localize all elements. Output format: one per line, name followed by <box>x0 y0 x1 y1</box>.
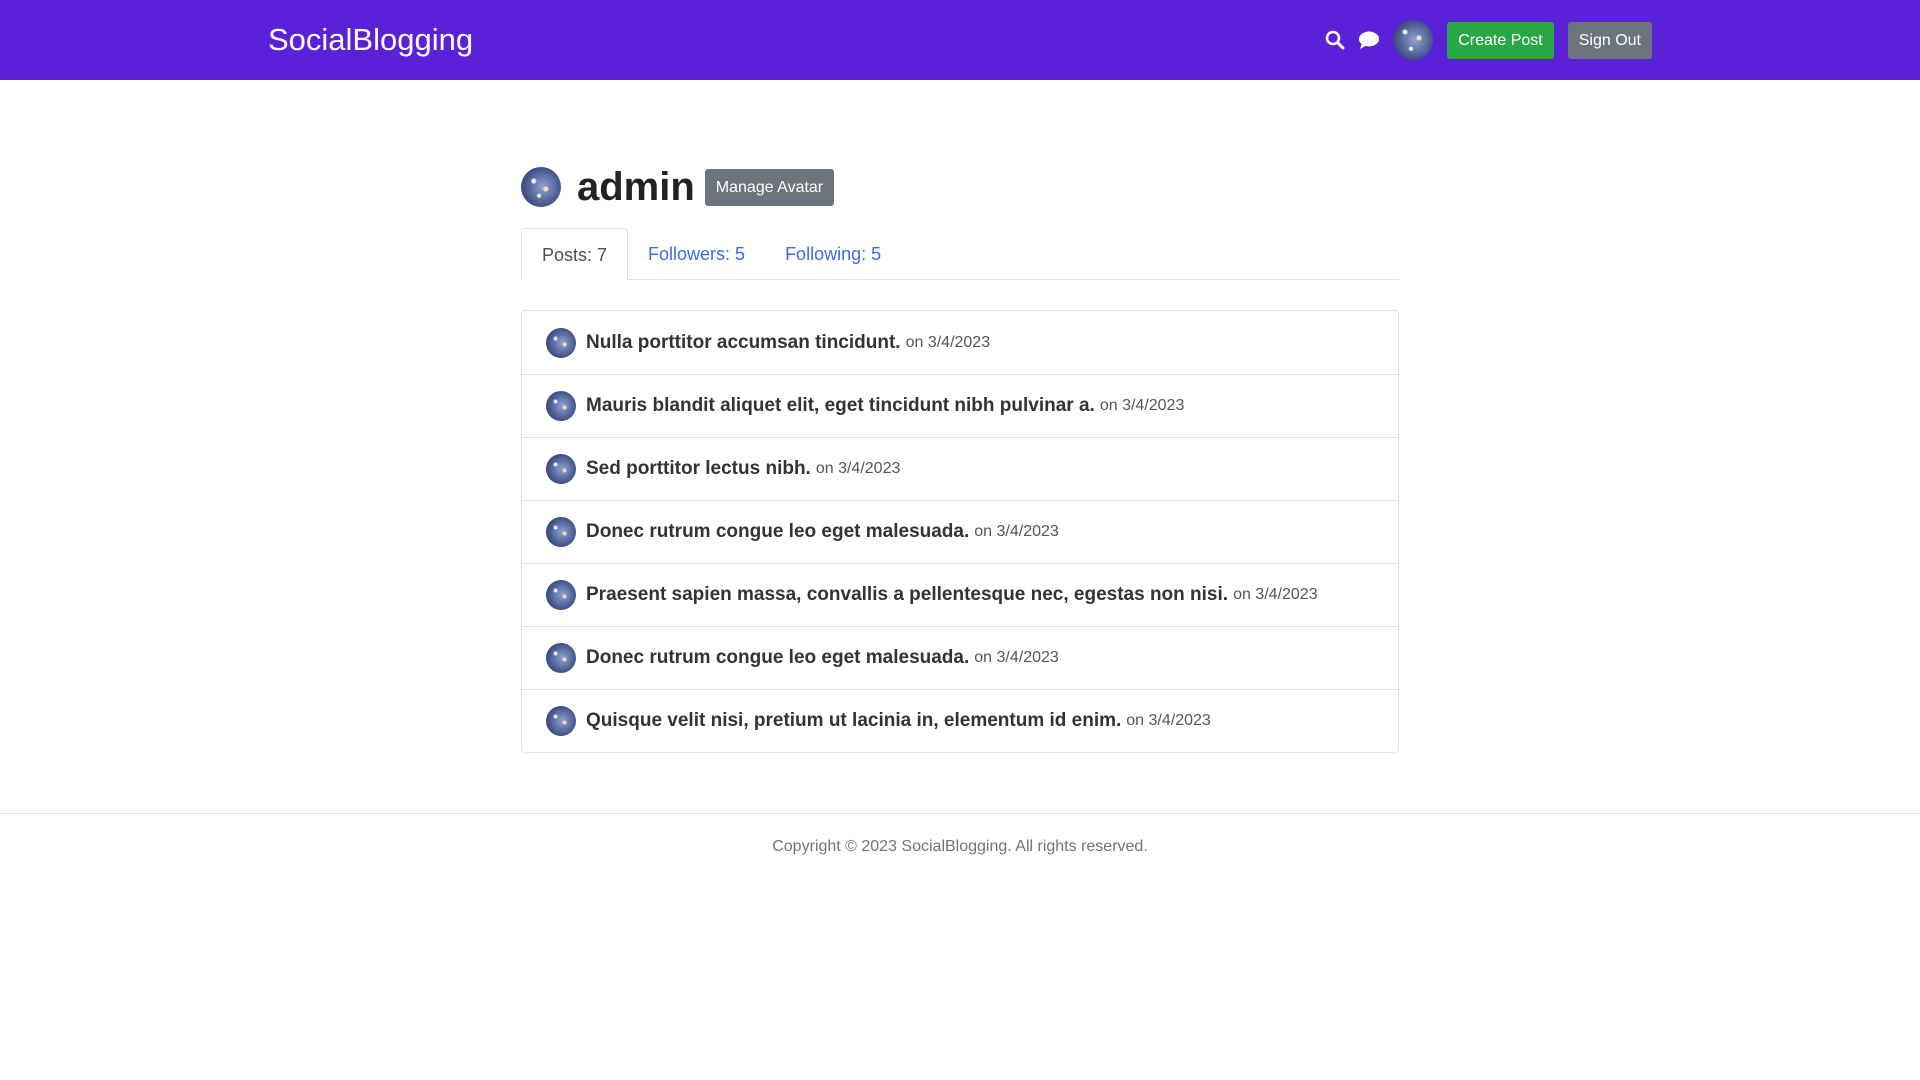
post-title[interactable]: Sed porttitor lectus nibh. <box>586 458 811 480</box>
post-date: on 3/4/2023 <box>815 460 901 477</box>
post-title[interactable]: Nulla porttitor accumsan tincidunt. <box>586 332 901 354</box>
post-list-item[interactable]: Donec rutrum congue leo eget malesuada. … <box>522 626 1398 689</box>
profile-header: admin Manage Avatar <box>521 162 835 212</box>
footer-copyright: Copyright © 2023 SocialBlogging. All rig… <box>772 838 1148 855</box>
post-author-avatar <box>546 327 576 358</box>
post-title[interactable]: Donec rutrum congue leo eget malesuada. <box>586 647 969 669</box>
chat-icon[interactable] <box>1357 28 1381 52</box>
post-title[interactable]: Mauris blandit aliquet elit, eget tincid… <box>586 395 1095 417</box>
top-navbar: SocialBlogging Create Post Sign Out <box>0 0 1920 80</box>
post-author-avatar <box>546 517 576 547</box>
post-list-item[interactable]: Mauris blandit aliquet elit, eget tincid… <box>522 374 1398 437</box>
post-author-avatar <box>546 454 576 484</box>
post-title[interactable]: Donec rutrum congue leo eget malesuada. <box>586 521 969 543</box>
post-author-avatar <box>546 643 576 673</box>
sign-out-button[interactable]: Sign Out <box>1567 21 1652 59</box>
post-date: on 3/4/2023 <box>974 523 1059 540</box>
profile-username: admin <box>577 165 695 209</box>
post-author-avatar <box>546 706 576 736</box>
post-list: Nulla porttitor accumsan tincidunt. on 3… <box>521 310 1399 753</box>
tab-following[interactable]: Following: 5 <box>765 228 901 280</box>
tab-followers[interactable]: Followers: 5 <box>628 228 765 280</box>
profile-avatar <box>521 167 561 207</box>
post-list-item[interactable]: Quisque velit nisi, pretium ut lacinia i… <box>522 689 1398 752</box>
manage-avatar-button[interactable]: Manage Avatar <box>704 168 835 206</box>
user-avatar[interactable] <box>1393 20 1434 60</box>
post-list-item[interactable]: Donec rutrum congue leo eget malesuada. … <box>522 500 1398 563</box>
navbar-actions: Create Post Sign Out <box>1323 20 1652 60</box>
brand-logo-link[interactable]: SocialBlogging <box>268 20 473 60</box>
post-list-item[interactable]: Praesent sapien massa, convallis a pelle… <box>522 563 1398 626</box>
post-date: on 3/4/2023 <box>1099 397 1185 414</box>
post-date: on 3/4/2023 <box>974 649 1059 666</box>
post-date: on 3/4/2023 <box>1233 586 1318 603</box>
post-list-item[interactable]: Sed porttitor lectus nibh. on 3/4/2023 <box>522 437 1398 500</box>
tab-posts[interactable]: Posts: 7 <box>521 228 629 280</box>
create-post-button[interactable]: Create Post <box>1447 21 1554 59</box>
post-title[interactable]: Quisque velit nisi, pretium ut lacinia i… <box>586 710 1121 732</box>
post-list-item[interactable]: Nulla porttitor accumsan tincidunt. on 3… <box>522 311 1398 374</box>
post-date: on 3/4/2023 <box>905 333 991 351</box>
post-author-avatar <box>546 580 576 610</box>
page-footer: Copyright © 2023 SocialBlogging. All rig… <box>0 813 1920 855</box>
post-author-avatar <box>546 391 576 421</box>
post-title[interactable]: Praesent sapien massa, convallis a pelle… <box>586 584 1228 606</box>
search-icon[interactable] <box>1323 28 1347 52</box>
profile-tabs: Posts: 7 Followers: 5 Following: 5 <box>521 228 1399 280</box>
post-date: on 3/4/2023 <box>1126 712 1211 729</box>
